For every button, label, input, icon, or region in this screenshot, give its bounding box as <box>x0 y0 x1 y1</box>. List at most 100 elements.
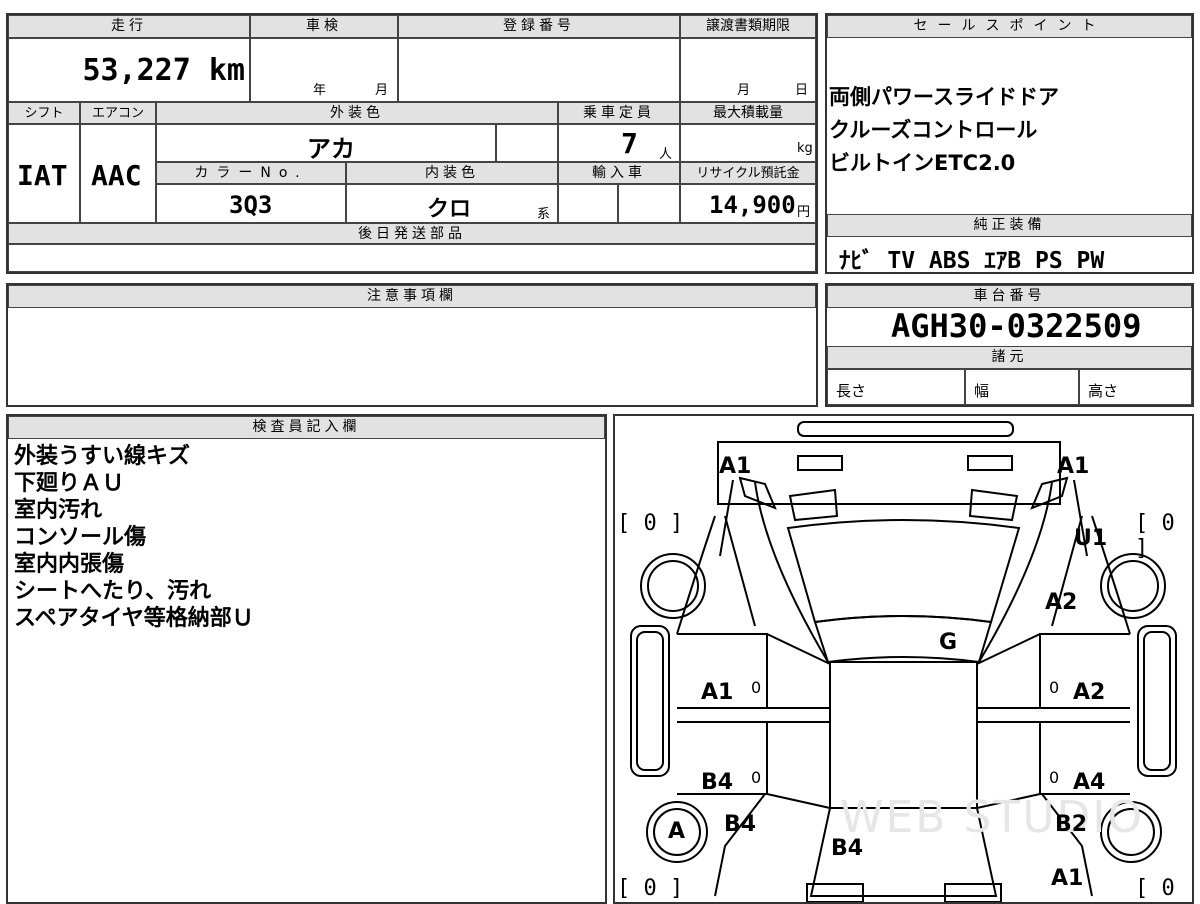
later-parts-cell <box>8 244 816 272</box>
length-cell: 長さ <box>827 369 965 405</box>
color-no-header: カラーNo. <box>156 162 346 184</box>
exterior-cell: アカ <box>156 124 496 163</box>
inspection-cell: 年 月 <box>250 38 398 102</box>
exterior-header: 外装色 <box>156 102 558 124</box>
mark-left-door-a1: A1 <box>701 680 734 705</box>
vehicle-info-table: 走行 車検 登録番号 譲渡書類期限 53,227 km 年 月 月 日 シフト … <box>6 13 818 274</box>
registration-header: 登録番号 <box>398 15 680 38</box>
chassis-box: 車台番号 AGH30-0322509 諸元 長さ 幅 高さ <box>825 283 1194 407</box>
ac-header: エアコン <box>80 102 156 124</box>
mark-small-0-a: 0 <box>751 678 762 697</box>
equipment-value: ﾅﾋﾞ TV ABS ｴｱB PS PW <box>839 248 1105 274</box>
interior-cell: クロ 系 <box>346 184 558 223</box>
mark-right-door-a2: A2 <box>1073 680 1106 705</box>
height-cell: 高さ <box>1079 369 1192 405</box>
inspection-month: 月 <box>375 83 389 98</box>
shift-value: IAT <box>17 159 68 192</box>
recycle-header: リサイクル預託金 <box>680 162 816 184</box>
inspector-line-7: スペアタイヤ等格納部Ｕ <box>14 606 254 631</box>
sales-point-2: クルーズコントロール <box>829 118 1038 142</box>
inspector-box: 検査員記入欄 外装うすい線キズ 下廻りＡＵ 室内汚れ コンソール傷 室内内張傷 … <box>6 414 607 904</box>
bracket-bottom-left: [ 0 ] <box>617 876 684 901</box>
mark-right-front-a2: A2 <box>1045 590 1078 615</box>
import-header: 輸入車 <box>558 162 680 184</box>
inspection-header: 車検 <box>250 15 398 38</box>
mark-front-right-a1: A1 <box>1057 454 1090 479</box>
import-cell-a <box>558 184 618 223</box>
ac-value: AAC <box>91 159 142 192</box>
shift-cell: IAT <box>8 124 80 223</box>
max-load-cell: kg <box>680 124 816 162</box>
bracket-top-right: [ 0 ] <box>1135 511 1175 561</box>
max-load-unit: kg <box>797 141 813 156</box>
sales-point-3: ビルトインETC2.0 <box>829 151 1016 175</box>
bracket-top-left: [ 0 ] <box>617 511 684 536</box>
transfer-header: 譲渡書類期限 <box>680 15 816 38</box>
mark-right-rear-b2: B2 <box>1055 812 1088 837</box>
interior-value: クロ <box>427 197 472 222</box>
mark-right-rear-a1: A1 <box>1051 866 1084 891</box>
mileage-header: 走行 <box>8 15 250 38</box>
sales-points-list: 両側パワースライドドア クルーズコントロール ビルトインETC2.0 <box>829 81 1059 180</box>
ac-cell: AAC <box>80 124 156 223</box>
mark-right-front-u1: U1 <box>1074 526 1108 551</box>
equipment-header: 純正装備 <box>827 214 1192 237</box>
mark-tire-a: A <box>668 819 686 844</box>
max-load-header: 最大積載量 <box>680 102 816 124</box>
capacity-unit: 人 <box>659 147 673 162</box>
diagram-watermark: WEB STUDIO <box>840 792 1144 843</box>
inspector-line-2: 下廻りＡＵ <box>14 471 125 496</box>
width-label: 幅 <box>974 382 990 400</box>
capacity-cell: 7 人 <box>558 124 680 162</box>
sales-point-1: 両側パワースライドドア <box>829 85 1059 109</box>
import-cell-b <box>618 184 680 223</box>
mark-small-0-c: 0 <box>751 768 762 787</box>
capacity-header: 乗車定員 <box>558 102 680 124</box>
recycle-value: 14,900 <box>709 191 796 219</box>
mark-rear-b4: B4 <box>831 836 864 861</box>
inspector-notes: 外装うすい線キズ 下廻りＡＵ 室内汚れ コンソール傷 室内内張傷 シートへたり、… <box>14 443 254 632</box>
mark-left-rear-door-b4: B4 <box>701 770 734 795</box>
height-label: 高さ <box>1088 382 1119 400</box>
mileage-value: 53,227 km <box>82 53 245 88</box>
transfer-day: 日 <box>795 83 809 98</box>
color-no-value: 3Q3 <box>229 191 273 219</box>
later-parts-header: 後日発送部品 <box>8 223 816 244</box>
width-cell: 幅 <box>965 369 1079 405</box>
sales-points-header: セールスポイント <box>827 15 1192 38</box>
mark-front-left-a1: A1 <box>719 454 752 479</box>
mark-left-rear-b4: B4 <box>724 812 757 837</box>
transfer-cell: 月 日 <box>680 38 816 102</box>
exterior-value: アカ <box>307 135 355 163</box>
inspection-year: 年 <box>313 83 327 98</box>
inspector-line-6: シートへたり、汚れ <box>14 579 212 604</box>
registration-cell <box>398 38 680 102</box>
shift-header: シフト <box>8 102 80 124</box>
mark-small-0-d: 0 <box>1049 768 1060 787</box>
interior-suffix: 系 <box>537 207 551 222</box>
chassis-header: 車台番号 <box>827 285 1192 308</box>
sales-points-box: セールスポイント 両側パワースライドドア クルーズコントロール ビルトインETC… <box>825 13 1194 274</box>
notes-box: 注意事項欄 <box>6 283 818 407</box>
chassis-number: AGH30-0322509 <box>891 307 1142 345</box>
mark-roof-g: G <box>939 630 958 655</box>
inspector-line-5: 室内内張傷 <box>14 552 125 577</box>
inspector-line-3: 室内汚れ <box>14 498 103 523</box>
inspector-header: 検査員記入欄 <box>8 416 605 439</box>
inspector-line-4: コンソール傷 <box>14 525 147 550</box>
mileage-cell: 53,227 km <box>8 38 250 102</box>
specs-header: 諸元 <box>827 346 1192 369</box>
recycle-cell: 14,900 円 <box>680 184 816 223</box>
exterior-extra-cell <box>496 124 558 162</box>
color-no-cell: 3Q3 <box>156 184 346 223</box>
length-label: 長さ <box>836 382 867 400</box>
inspector-line-1: 外装うすい線キズ <box>14 444 191 469</box>
notes-header: 注意事項欄 <box>8 285 816 308</box>
car-diagram: WEB STUDIO [ 0 ] [ 0 ] [ 0 ] [ 0 ] A1 A1… <box>613 414 1194 904</box>
interior-header: 内装色 <box>346 162 558 184</box>
transfer-month: 月 <box>737 83 751 98</box>
mark-small-0-b: 0 <box>1049 678 1060 697</box>
capacity-value: 7 <box>621 127 638 160</box>
mark-right-rear-door-a4: A4 <box>1073 770 1106 795</box>
recycle-unit: 円 <box>797 205 811 220</box>
